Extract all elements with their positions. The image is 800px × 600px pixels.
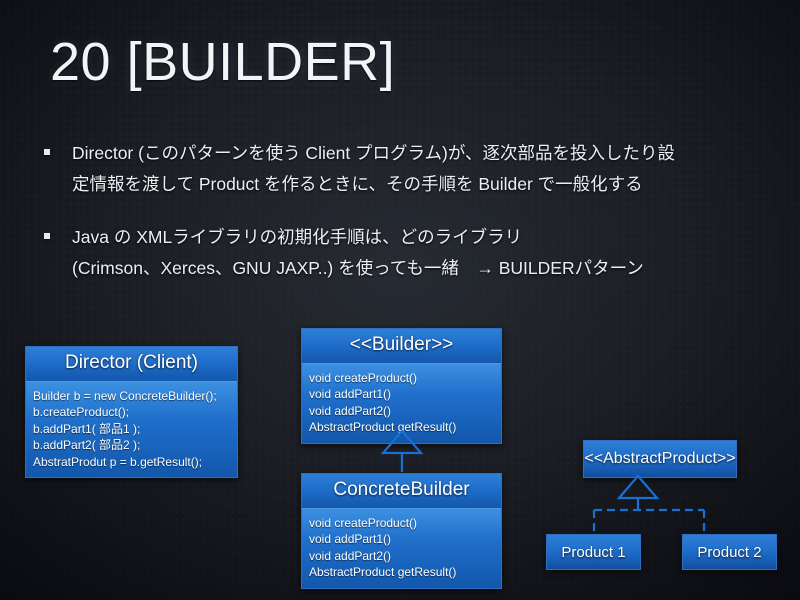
uml-member-line: void createProduct() (309, 515, 418, 530)
uml-class-concrete-builder: ConcreteBuilder void createProduct() voi… (301, 473, 502, 589)
uml-member-line: b.createProduct(); (33, 405, 130, 420)
uml-class-header: ConcreteBuilder (302, 474, 501, 509)
uml-class-director: Director (Client) Builder b = new Concre… (25, 346, 238, 479)
uml-class-header: <<Builder>> (302, 329, 501, 364)
bullet-item: Java の XMLライブラリの初期化手順は、どのライブラリ (Crimson、… (44, 222, 770, 284)
uml-member-line: void addPart2() (309, 548, 392, 563)
uml-class-header: Director (Client) (26, 347, 237, 382)
uml-class-product-2: Product 2 (682, 534, 777, 570)
bullet-line: Director (このパターンを使う Client プログラム)が、逐次部品を… (72, 143, 675, 163)
bullet-list: Director (このパターンを使う Client プログラム)が、逐次部品を… (44, 138, 770, 306)
uml-class-product-1: Product 1 (546, 534, 641, 570)
bullet-line: 定情報を渡して Product を作るときに、その手順を Builder で一般… (72, 174, 643, 194)
generalization-arrow-builder (380, 429, 424, 472)
uml-member-line: void addPart2() (309, 403, 392, 418)
uml-member-line: AbstractProduct getResult() (309, 565, 457, 580)
uml-member-line: void createProduct() (309, 370, 418, 385)
bullet-text: Java の XMLライブラリの初期化手順は、どのライブラリ (Crimson、… (72, 222, 770, 284)
uml-member-line: void addPart1() (309, 532, 392, 547)
uml-member-line: b.addPart2( 部品2 ); (33, 438, 141, 453)
slide-canvas: 20 [BUILDER] Director (このパターンを使う Client … (0, 0, 800, 600)
uml-member-line: void addPart1() (309, 387, 392, 402)
uml-class-body: void createProduct() void addPart1() voi… (302, 508, 501, 588)
square-bullet-icon (44, 149, 50, 155)
uml-member-line: Builder b = new ConcreteBuilder(); (33, 388, 217, 403)
slide-title: 20 [BUILDER] (50, 32, 396, 92)
bullet-item: Director (このパターンを使う Client プログラム)が、逐次部品を… (44, 138, 770, 200)
bullet-text: Director (このパターンを使う Client プログラム)が、逐次部品を… (72, 138, 770, 200)
uml-class-abstract-product: <<AbstractProduct>> (583, 440, 737, 478)
square-bullet-icon (44, 233, 50, 239)
uml-member-line: b.addPart1( 部品1 ); (33, 421, 141, 436)
uml-member-line: AbstratProdut p = b.getResult(); (33, 454, 203, 469)
bullet-line: Java の XMLライブラリの初期化手順は、どのライブラリ (72, 227, 523, 247)
uml-class-body: Builder b = new ConcreteBuilder(); b.cre… (26, 381, 237, 478)
bullet-line: (Crimson、Xerces、GNU JAXP..) を使っても一緒 → BU… (72, 258, 644, 278)
uml-class-builder: <<Builder>> void createProduct() void ad… (301, 328, 502, 444)
generalization-arrow-product (592, 474, 706, 534)
